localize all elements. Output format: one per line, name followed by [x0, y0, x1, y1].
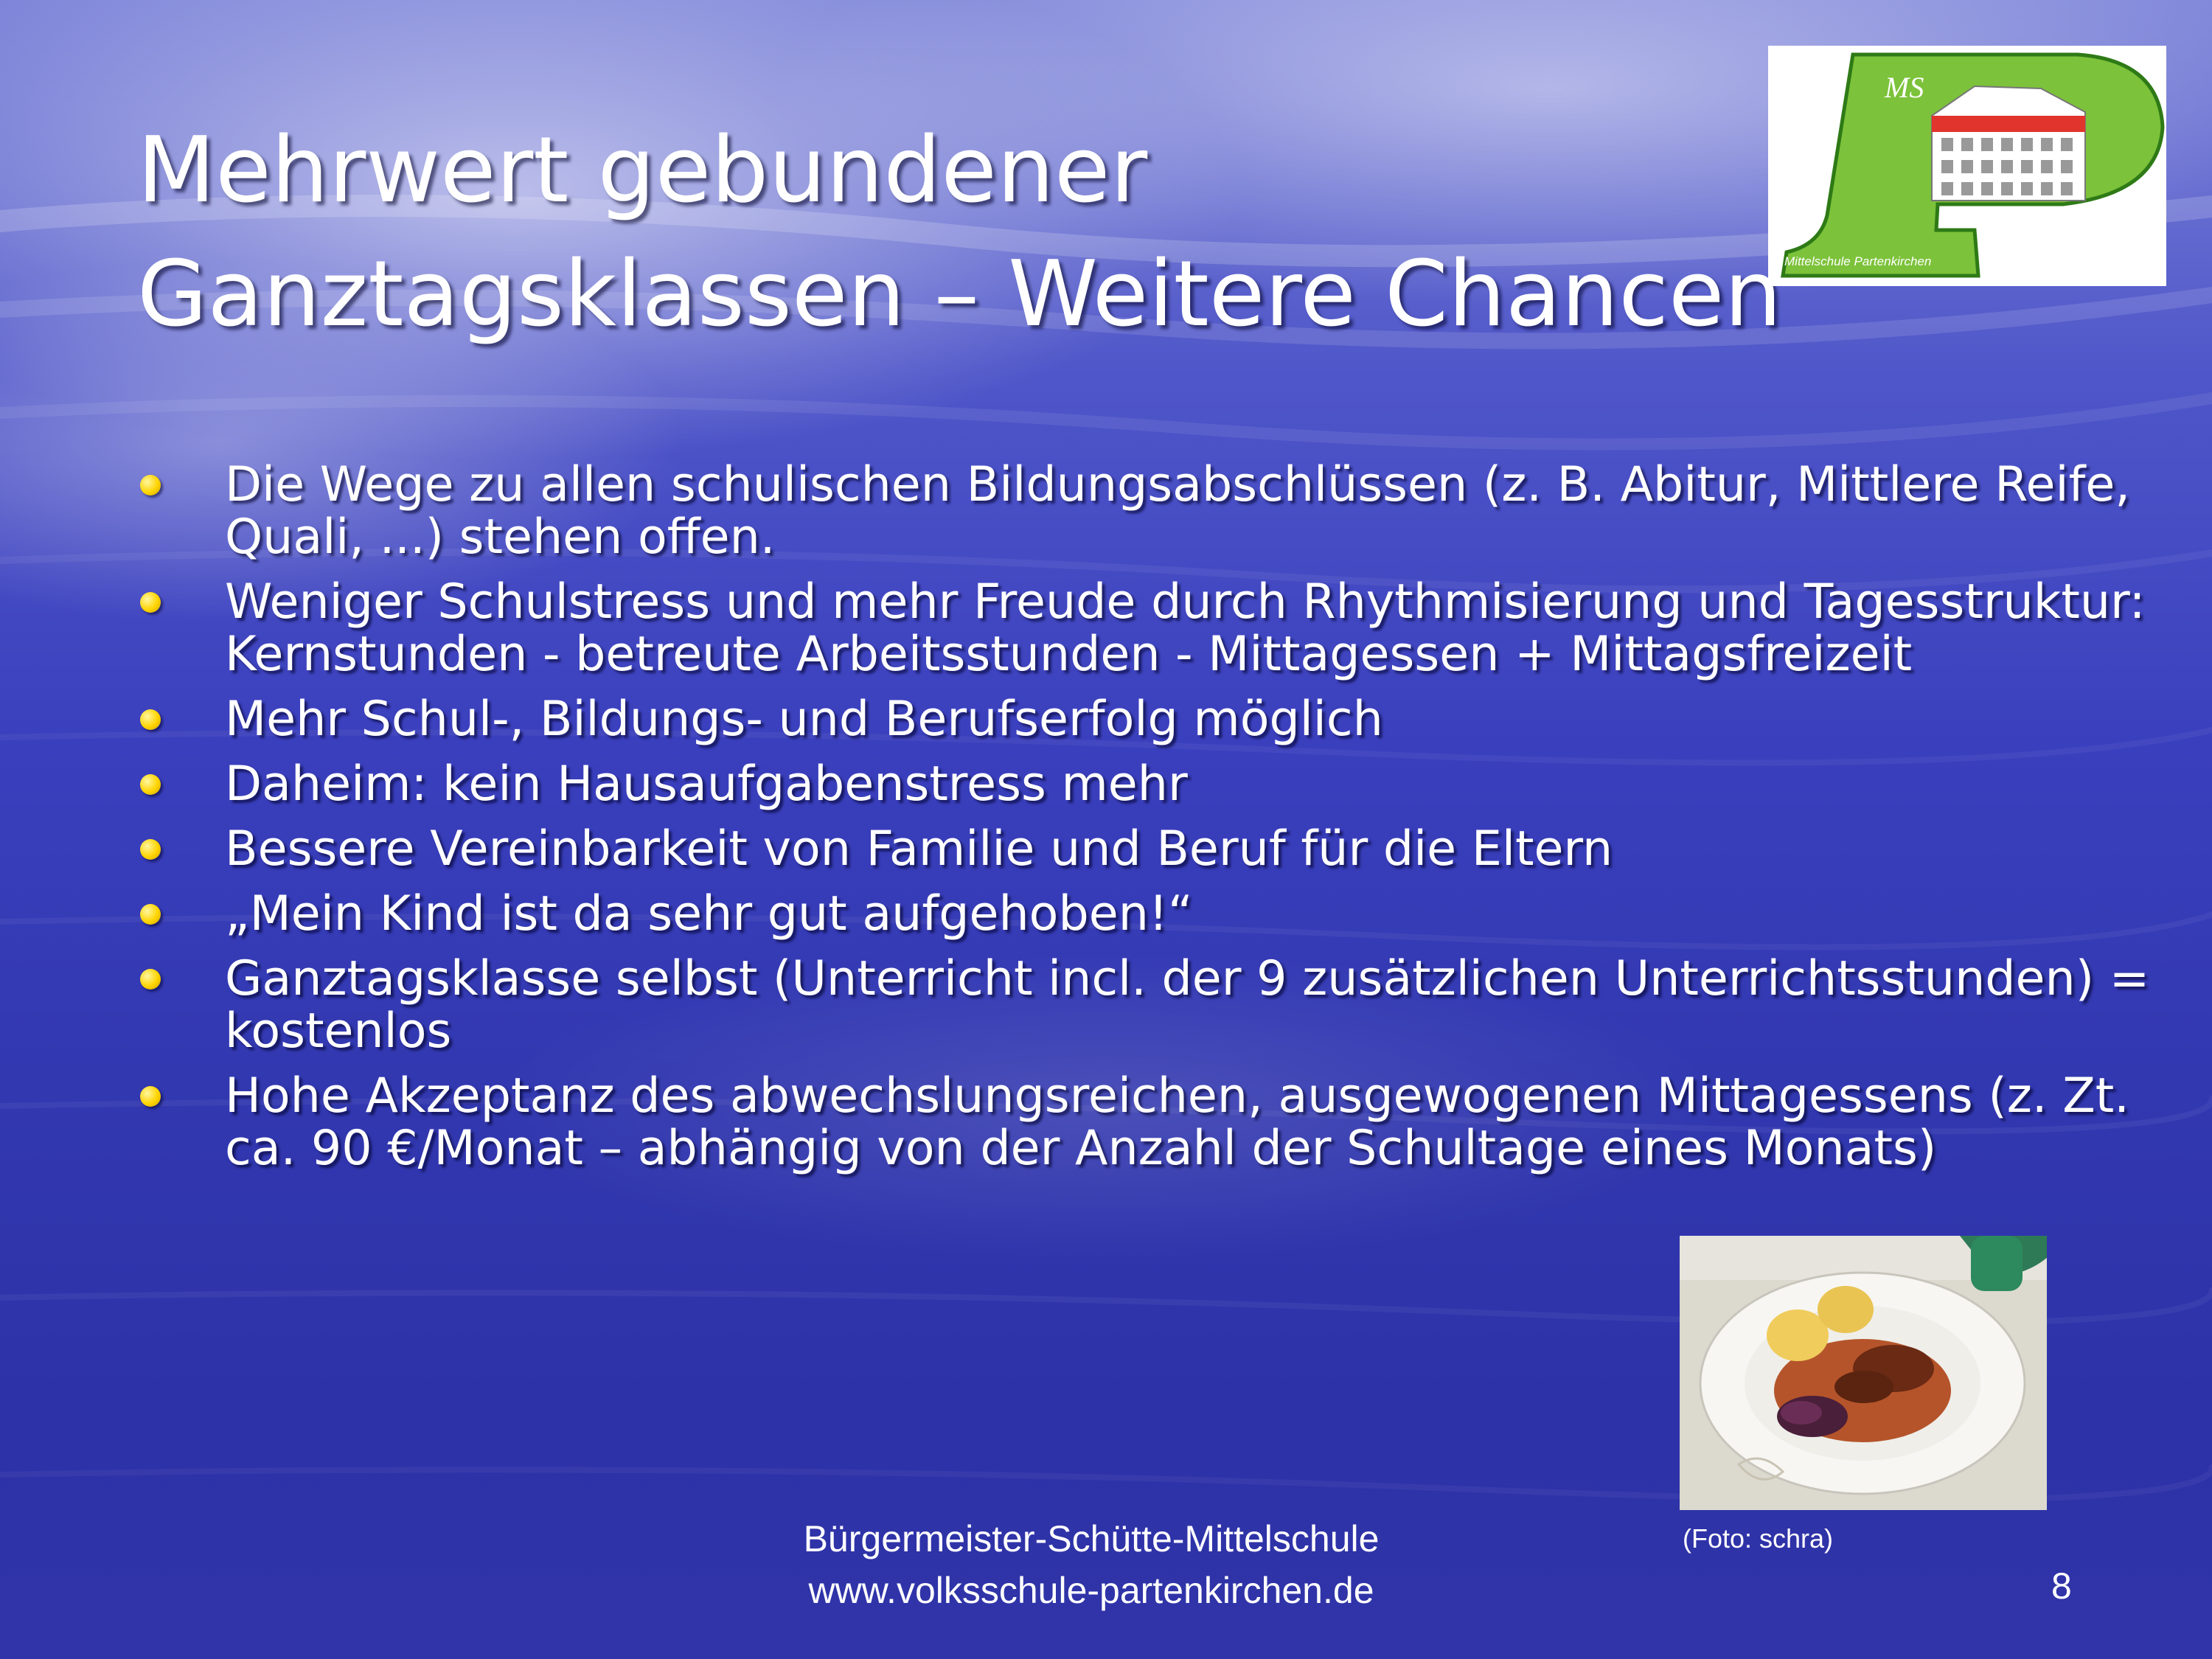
slide: Mehrwert gebundener Ganztagsklassen – We…: [0, 0, 2212, 1659]
bullet-text: Die Wege zu allen schulischen Bildungsab…: [225, 457, 2131, 565]
bullet-icon: [140, 904, 161, 925]
bullet-item: Weniger Schulstress und mehr Freude durc…: [140, 576, 2157, 681]
page-number: 8: [2051, 1565, 2072, 1607]
bullet-item: Daheim: kein Hausaufgabenstress mehr: [140, 758, 2157, 810]
bullet-text: Mehr Schul-, Bildungs- und Berufserfolg …: [225, 692, 1383, 747]
bullet-list: Die Wege zu allen schulischen Bildungsab…: [140, 459, 2149, 1187]
footer: Bürgermeister-Schütte-Mittelschule www.v…: [737, 1513, 1445, 1616]
bullet-text: Daheim: kein Hausaufgabenstress mehr: [225, 757, 1188, 812]
title-line-1: Mehrwert gebundener: [137, 118, 1148, 223]
bullet-text: „Mein Kind ist da sehr gut aufgehoben!“: [225, 886, 1193, 942]
bullet-text: Ganztagsklasse selbst (Unterricht incl. …: [225, 951, 2150, 1059]
building-icon: [1931, 85, 2086, 201]
bullet-icon: [140, 774, 161, 795]
photo-caption: (Foto: schra): [1683, 1523, 1834, 1554]
bullet-icon: [140, 1086, 161, 1107]
school-logo: MS Mittelschule Partenkirchen: [1768, 46, 2166, 286]
bullet-item: Bessere Vereinbarkeit von Familie und Be…: [140, 823, 2157, 875]
bullet-text: Weniger Schulstress und mehr Freude durc…: [225, 574, 2146, 682]
footer-school-name: Bürgermeister-Schütte-Mittelschule: [803, 1518, 1380, 1559]
bullet-text: Hohe Akzeptanz des abwechslungsreichen, …: [225, 1068, 2129, 1176]
bullet-item: „Mein Kind ist da sehr gut aufgehoben!“: [140, 888, 2157, 940]
bullet-icon: [140, 709, 161, 730]
bullet-icon: [140, 839, 161, 860]
logo-school-name: Mittelschule Partenkirchen: [1784, 254, 1931, 268]
logo-graphic: MS Mittelschule Partenkirchen: [1781, 52, 2165, 278]
bottle-icon: [1971, 1236, 2023, 1291]
bullet-icon: [140, 592, 161, 613]
bullet-item: Ganztagsklasse selbst (Unterricht incl. …: [140, 953, 2157, 1057]
bullet-item: Mehr Schul-, Bildungs- und Berufserfolg …: [140, 693, 2157, 745]
bullet-icon: [140, 969, 161, 990]
logo-letters: MS: [1884, 71, 1924, 104]
slide-title: Mehrwert gebundener Ganztagsklassen – We…: [137, 109, 1782, 357]
bullet-item: Die Wege zu allen schulischen Bildungsab…: [140, 459, 2157, 563]
meal-photo: [1680, 1236, 2047, 1510]
bullet-icon: [140, 475, 161, 495]
title-line-2: Ganztagsklassen – Weitere Chancen: [137, 242, 1782, 347]
bullet-item: Hohe Akzeptanz des abwechslungsreichen, …: [140, 1070, 2157, 1175]
footer-website: www.volksschule-partenkirchen.de: [808, 1570, 1374, 1611]
bullet-text: Bessere Vereinbarkeit von Familie und Be…: [225, 821, 1613, 877]
